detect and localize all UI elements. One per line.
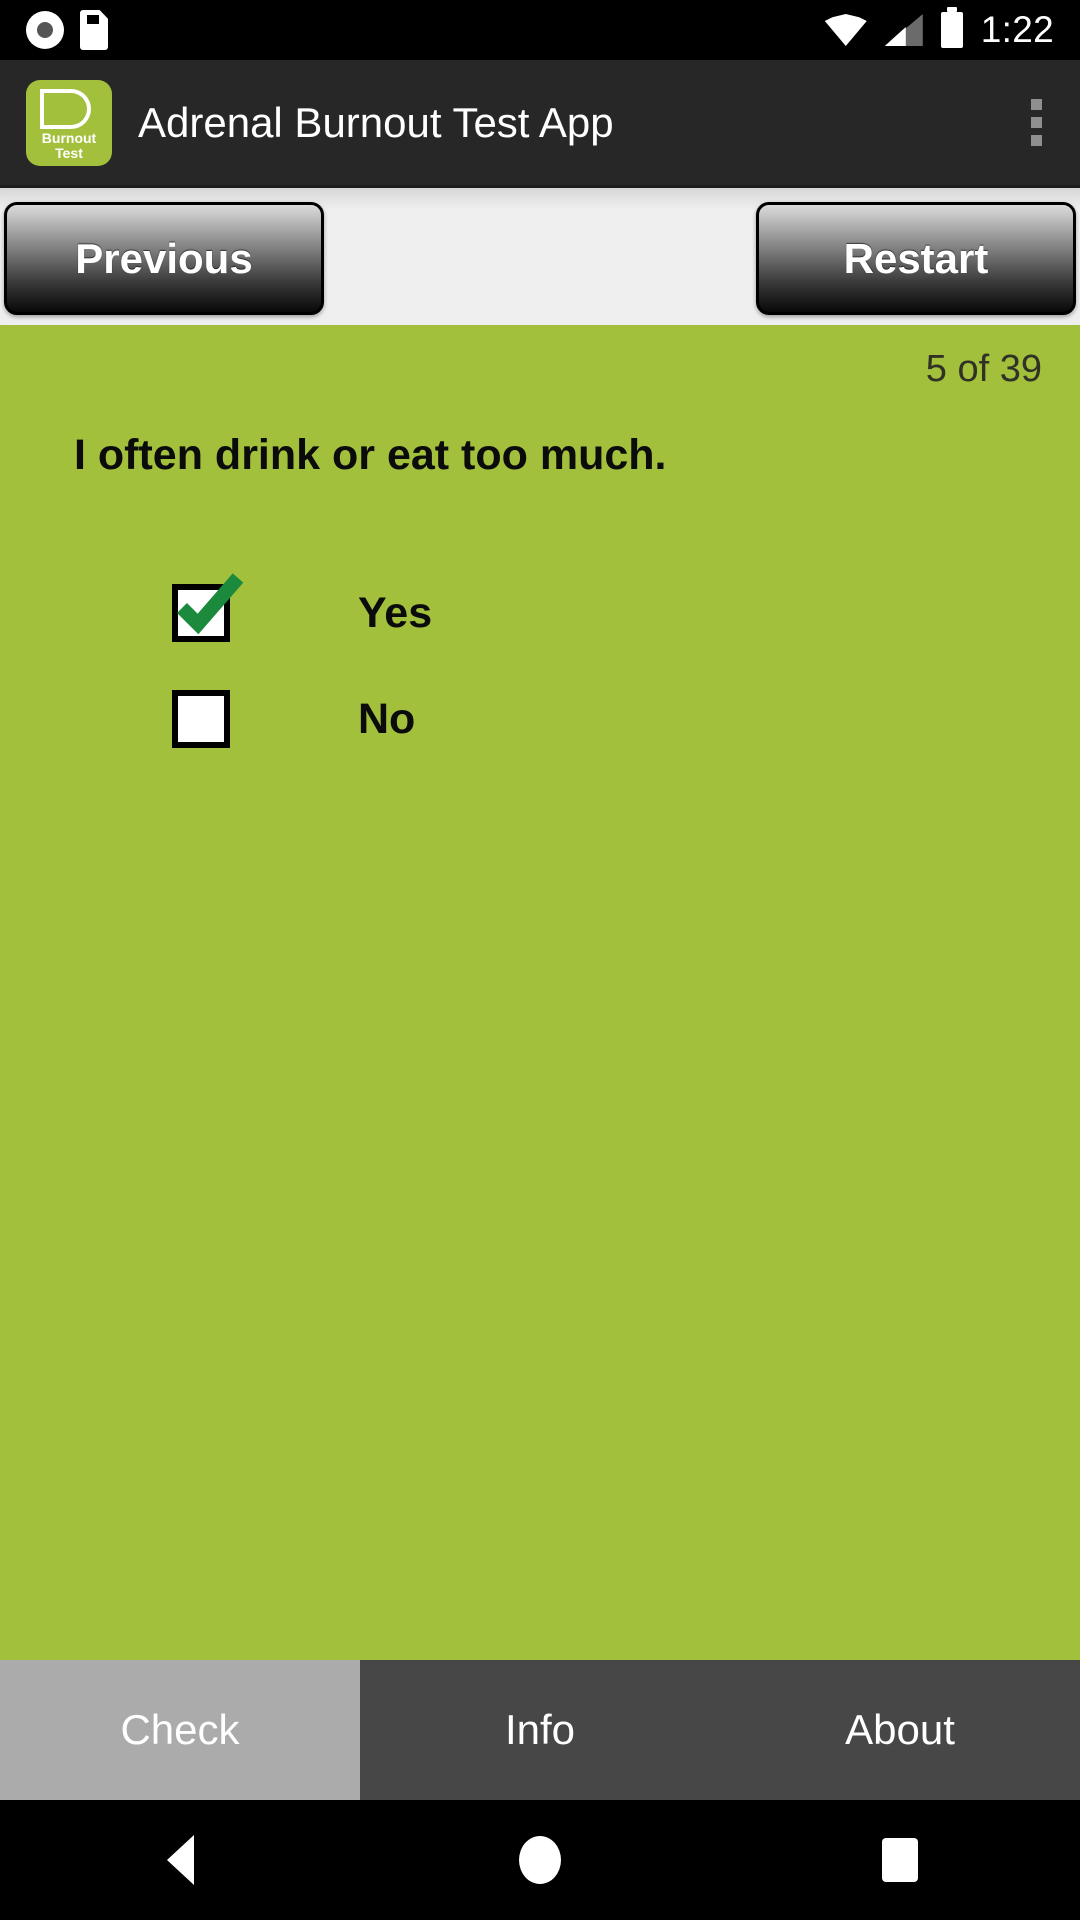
record-icon bbox=[26, 11, 64, 49]
tab-check[interactable]: Check bbox=[0, 1660, 360, 1800]
tab-info[interactable]: Info bbox=[360, 1660, 720, 1800]
status-bar: 1:22 bbox=[0, 0, 1080, 60]
status-bar-left-icons bbox=[0, 10, 108, 50]
checkmark-icon bbox=[177, 573, 244, 635]
logo-text-line2: Test bbox=[55, 144, 83, 161]
checkbox-yes[interactable] bbox=[172, 573, 244, 642]
system-navigation-bar bbox=[0, 1800, 1080, 1920]
checkbox-no[interactable] bbox=[172, 690, 230, 748]
tab-about[interactable]: About bbox=[720, 1660, 1080, 1800]
sdcard-icon bbox=[80, 10, 108, 50]
nav-home-button[interactable] bbox=[360, 1836, 720, 1884]
nav-back-button[interactable] bbox=[0, 1835, 360, 1885]
question-text: I often drink or eat too much. bbox=[74, 431, 667, 479]
option-row-no[interactable]: No bbox=[0, 666, 1080, 772]
bottom-tab-bar: Check Info About bbox=[0, 1660, 1080, 1800]
phone-screen: 1:22 Burnout Test Adrenal Burnout Test A… bbox=[0, 0, 1080, 1920]
question-panel: 5 of 39 I often drink or eat too much. Y… bbox=[0, 325, 1080, 1660]
restart-button[interactable]: Restart bbox=[756, 202, 1076, 315]
app-bar: Burnout Test Adrenal Burnout Test App bbox=[0, 60, 1080, 185]
nav-recents-button[interactable] bbox=[720, 1838, 1080, 1882]
navigation-button-bar: Previous Restart bbox=[0, 185, 1080, 325]
app-logo-icon: Burnout Test bbox=[26, 79, 112, 166]
option-label-yes: Yes bbox=[358, 588, 433, 637]
recents-square-icon bbox=[882, 1838, 918, 1882]
previous-button[interactable]: Previous bbox=[4, 202, 324, 315]
question-counter: 5 of 39 bbox=[925, 348, 1042, 390]
wifi-icon bbox=[824, 14, 867, 46]
battery-icon bbox=[940, 7, 963, 48]
option-row-yes[interactable]: Yes bbox=[0, 560, 1080, 666]
signal-icon bbox=[885, 14, 923, 46]
logo-dd-mark bbox=[40, 88, 98, 129]
status-bar-right-icons: 1:22 bbox=[824, 7, 1080, 51]
overflow-menu-icon[interactable] bbox=[1031, 99, 1042, 146]
home-circle-icon bbox=[519, 1836, 561, 1884]
answer-options: Yes No bbox=[0, 560, 1080, 772]
back-triangle-icon bbox=[166, 1835, 194, 1885]
option-label-no: No bbox=[358, 694, 416, 743]
status-bar-clock: 1:22 bbox=[980, 9, 1054, 50]
app-title: Adrenal Burnout Test App bbox=[138, 98, 614, 146]
